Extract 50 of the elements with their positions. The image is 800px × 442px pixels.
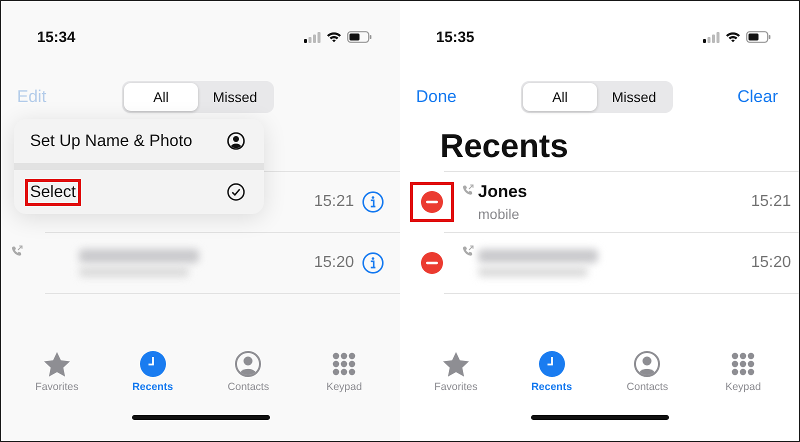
signal-icon xyxy=(703,32,720,42)
contact-detail: mobile xyxy=(478,206,520,222)
tab-bar-item[interactable]: Recents xyxy=(506,350,597,393)
segment-tab[interactable]: Missed xyxy=(597,83,671,111)
call-time: 15:21 xyxy=(314,193,354,211)
call-time: 15:20 xyxy=(314,254,354,272)
tab-bar-item[interactable]: Contacts xyxy=(602,350,692,393)
edit-button[interactable]: Done xyxy=(416,87,457,107)
tab-bar-item[interactable]: Recents xyxy=(108,350,198,393)
battery-icon xyxy=(347,31,372,43)
tab-bar-item[interactable]: Keypad xyxy=(299,350,390,393)
keypad-icon xyxy=(731,352,756,376)
star-icon xyxy=(42,350,71,378)
segment-tab[interactable]: All xyxy=(523,83,597,111)
contact-icon xyxy=(227,132,245,150)
signal-icon xyxy=(304,32,321,42)
menu-item[interactable]: Set Up Name & Photo xyxy=(14,119,264,163)
tab-bar-item[interactable]: Favorites xyxy=(410,350,501,393)
phone-icon xyxy=(11,245,23,257)
tab-bar-item[interactable]: Contacts xyxy=(203,350,294,393)
status-time: 15:34 xyxy=(37,28,76,46)
contact-name: Jones xyxy=(478,182,528,202)
contact-icon xyxy=(235,351,262,377)
tab-bar-item[interactable]: Favorites xyxy=(12,350,102,393)
highlighted-label: Select xyxy=(25,178,81,206)
call-time: 15:20 xyxy=(750,254,791,272)
delete-icon[interactable] xyxy=(421,252,443,274)
wifi-icon xyxy=(326,31,342,43)
clock-icon xyxy=(140,351,166,377)
star-icon xyxy=(442,350,470,378)
contact-icon xyxy=(634,351,660,377)
info-icon[interactable] xyxy=(362,191,384,213)
wifi-icon xyxy=(725,31,741,43)
phone-icon xyxy=(462,245,474,257)
info-icon[interactable] xyxy=(362,252,384,274)
checkmark-icon xyxy=(227,183,245,201)
clock-icon xyxy=(538,351,565,377)
phone-icon xyxy=(462,184,474,196)
clear-button[interactable]: Clear xyxy=(737,87,778,107)
segment-tab[interactable]: Missed xyxy=(198,83,272,111)
menu-label: Set Up Name & Photo xyxy=(29,130,194,152)
tab-bar-item[interactable]: Keypad xyxy=(698,350,788,393)
segment-tab[interactable]: All xyxy=(124,83,198,111)
call-time: 15:21 xyxy=(750,193,791,211)
status-time: 15:35 xyxy=(436,28,474,46)
delete-icon[interactable] xyxy=(421,191,443,213)
page-title: Recents xyxy=(440,127,568,165)
keypad-icon xyxy=(332,352,356,376)
menu-item[interactable]: Select xyxy=(14,170,264,214)
battery-icon xyxy=(746,31,771,43)
